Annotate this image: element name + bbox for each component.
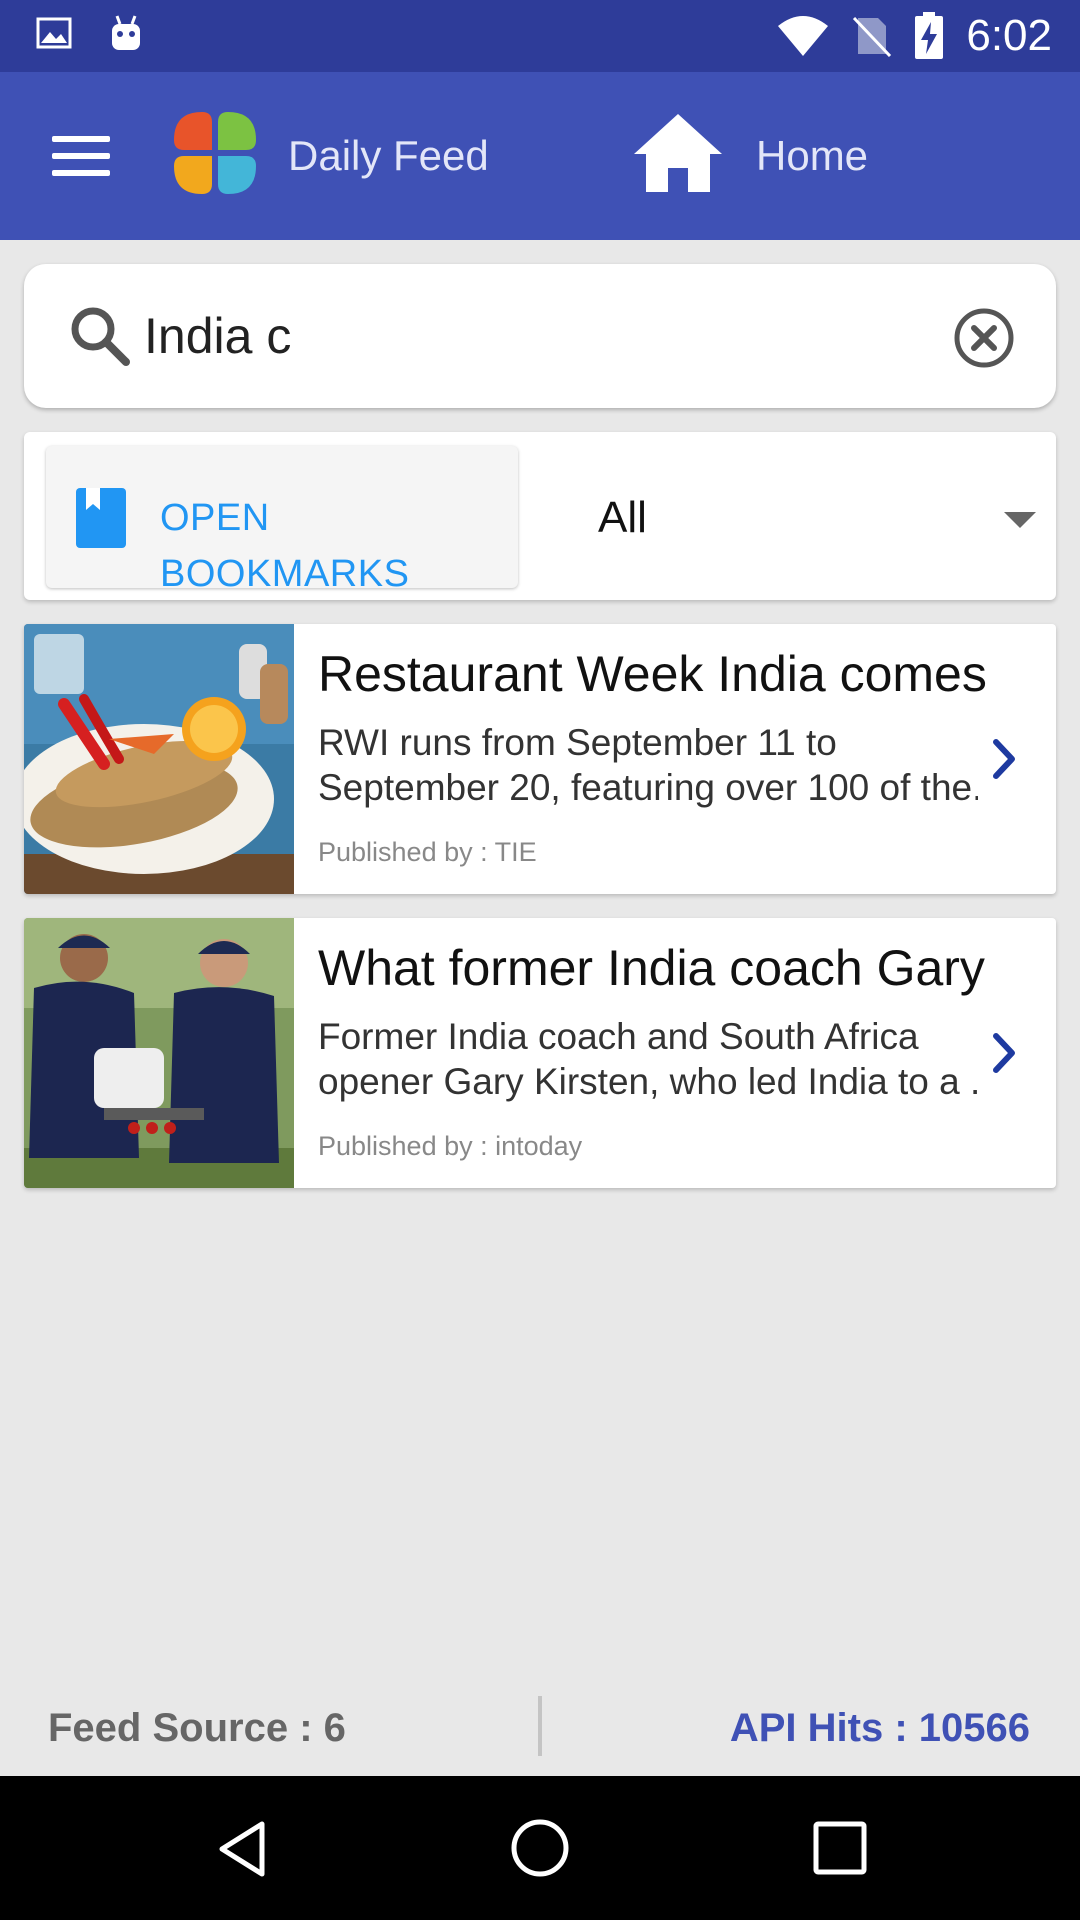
feed-description: RWI runs from September 11 to September … <box>318 720 978 810</box>
wifi-icon <box>778 16 829 56</box>
status-bar: 6:02 <box>0 0 1080 72</box>
app-bar: Daily Feed Home <box>0 72 1080 240</box>
clear-search-icon[interactable] <box>952 306 1016 370</box>
feed-title: Restaurant Week India comes ... <box>318 646 998 702</box>
feed-description-line: Former India coach and South Africa <box>318 1016 919 1057</box>
feed-thumbnail-food <box>24 624 294 894</box>
feed-item[interactable]: Restaurant Week India comes ... RWI runs… <box>24 624 1056 894</box>
search-icon <box>71 307 130 366</box>
app-logo <box>174 112 256 194</box>
footer-stats: Feed Source : 6 API Hits : 10566 <box>0 1680 1080 1774</box>
feed-thumbnail-cricket <box>24 918 294 1188</box>
hamburger-menu-icon[interactable] <box>52 134 112 178</box>
no-sim-icon <box>853 16 892 58</box>
chevron-right-icon[interactable] <box>984 734 1024 784</box>
app-title: Daily Feed <box>288 132 489 179</box>
system-nav-bar <box>0 1776 1080 1920</box>
category-dropdown[interactable]: All <box>564 446 1044 588</box>
filter-bar: OPEN BOOKMARKS All <box>24 432 1056 600</box>
battery-charging-icon <box>915 12 944 59</box>
feed-description-line: RWI runs from September 11 to <box>318 722 837 763</box>
home-icon[interactable] <box>632 112 724 194</box>
search-input[interactable] <box>144 294 944 378</box>
search-bar <box>24 264 1056 408</box>
image-icon <box>36 17 72 49</box>
feed-source-count: Feed Source : 6 <box>48 1706 346 1750</box>
feed-title: What former India coach Gary ... <box>318 940 998 996</box>
recent-apps-icon[interactable] <box>812 1820 868 1876</box>
chevron-right-icon[interactable] <box>984 1028 1024 1078</box>
status-time: 6:02 <box>966 11 1052 60</box>
feed-description-line: September 20, featuring over 100 of the.… <box>318 767 978 808</box>
back-icon[interactable] <box>212 1818 272 1880</box>
open-bookmarks-label: OPEN BOOKMARKS <box>160 497 410 595</box>
footer-divider <box>538 1696 542 1756</box>
feed-item[interactable]: What former India coach Gary ... Former … <box>24 918 1056 1188</box>
dropdown-arrow-icon <box>1004 512 1036 528</box>
category-value: All <box>598 493 647 542</box>
api-hits-count: API Hits : 10566 <box>729 1706 1030 1750</box>
home-circle-icon[interactable] <box>510 1818 570 1878</box>
feed-publisher: Published by : intoday <box>318 1131 583 1161</box>
app-screen: 6:02 Daily Feed Home India c OPEN BOOKMA… <box>0 0 1080 1920</box>
home-label[interactable]: Home <box>756 128 868 184</box>
open-bookmarks-button[interactable]: OPEN BOOKMARKS <box>46 446 518 595</box>
feed-description-line: opener Gary Kirsten, who led India to a … <box>318 1061 978 1102</box>
android-icon <box>112 15 140 50</box>
feed-description: Former India coach and South Africa open… <box>318 1014 978 1104</box>
bookmark-icon <box>76 488 126 548</box>
feed-publisher: Published by : TIE <box>318 837 537 867</box>
